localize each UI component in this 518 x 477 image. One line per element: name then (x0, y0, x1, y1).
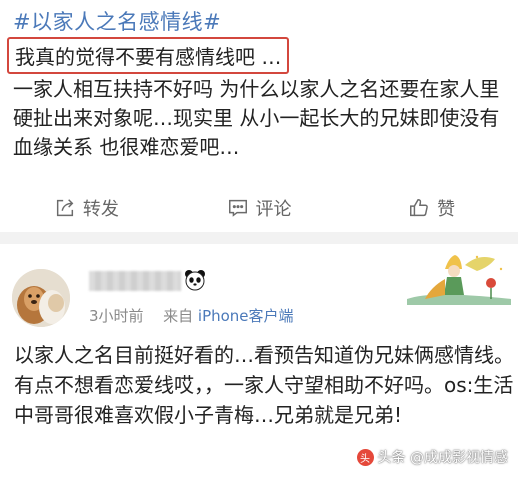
username-blurred[interactable] (89, 271, 181, 291)
feed-separator (0, 232, 518, 244)
post-source[interactable]: iPhone客户端 (198, 307, 294, 325)
like-label: 赞 (437, 199, 456, 220)
comment-label: 评论 (255, 199, 292, 220)
comment-icon (228, 199, 247, 217)
post-from-label: 来自 (163, 307, 194, 325)
avatar[interactable] (12, 269, 70, 327)
weibo-post-comment: 3小时前 来自 iPhone客户端 以家人之名目前挺好看的…看预告知道伪兄妹俩感… (0, 244, 518, 477)
avatar-dog-image (12, 269, 70, 327)
repost-label: 转发 (82, 199, 119, 220)
toutiao-logo-icon: 头 (356, 448, 374, 466)
like-button[interactable]: 赞 (345, 187, 518, 229)
watermark: 头 头条 @成成影视情感 (356, 447, 508, 467)
highlighted-title: 我真的觉得不要有感情线吧 … (7, 37, 290, 74)
repost-icon (56, 199, 74, 217)
repost-button[interactable]: 转发 (0, 187, 173, 229)
action-bar: 转发 评论 赞 (0, 187, 518, 229)
post-title: 我真的觉得不要有感情线吧 … (15, 45, 282, 69)
post-meta: 3小时前 来自 iPhone客户端 (89, 305, 294, 326)
post-body: 以家人之名目前挺好看的…看预告知道伪兄妹俩感情线。有点不想看恋爱线哎，，一家人守… (14, 343, 514, 427)
little-prince-decoration (407, 255, 511, 305)
weibo-post: #以家人之名感情线# 我真的觉得不要有感情线吧 … 一家人相互扶持不好吗 为什么… (0, 0, 518, 232)
watermark-text: 头条 @成成影视情感 (377, 450, 508, 466)
post-time: 3小时前 (89, 307, 144, 325)
comment-button[interactable]: 评论 (173, 187, 346, 229)
hashtag-topic[interactable]: #以家人之名感情线# (13, 6, 221, 36)
panda-icon (185, 270, 205, 291)
post-body: 一家人相互扶持不好吗 为什么以家人之名还要在家人里硬扯出来对象呢…现实里 从小一… (13, 77, 500, 159)
like-icon (410, 199, 428, 217)
